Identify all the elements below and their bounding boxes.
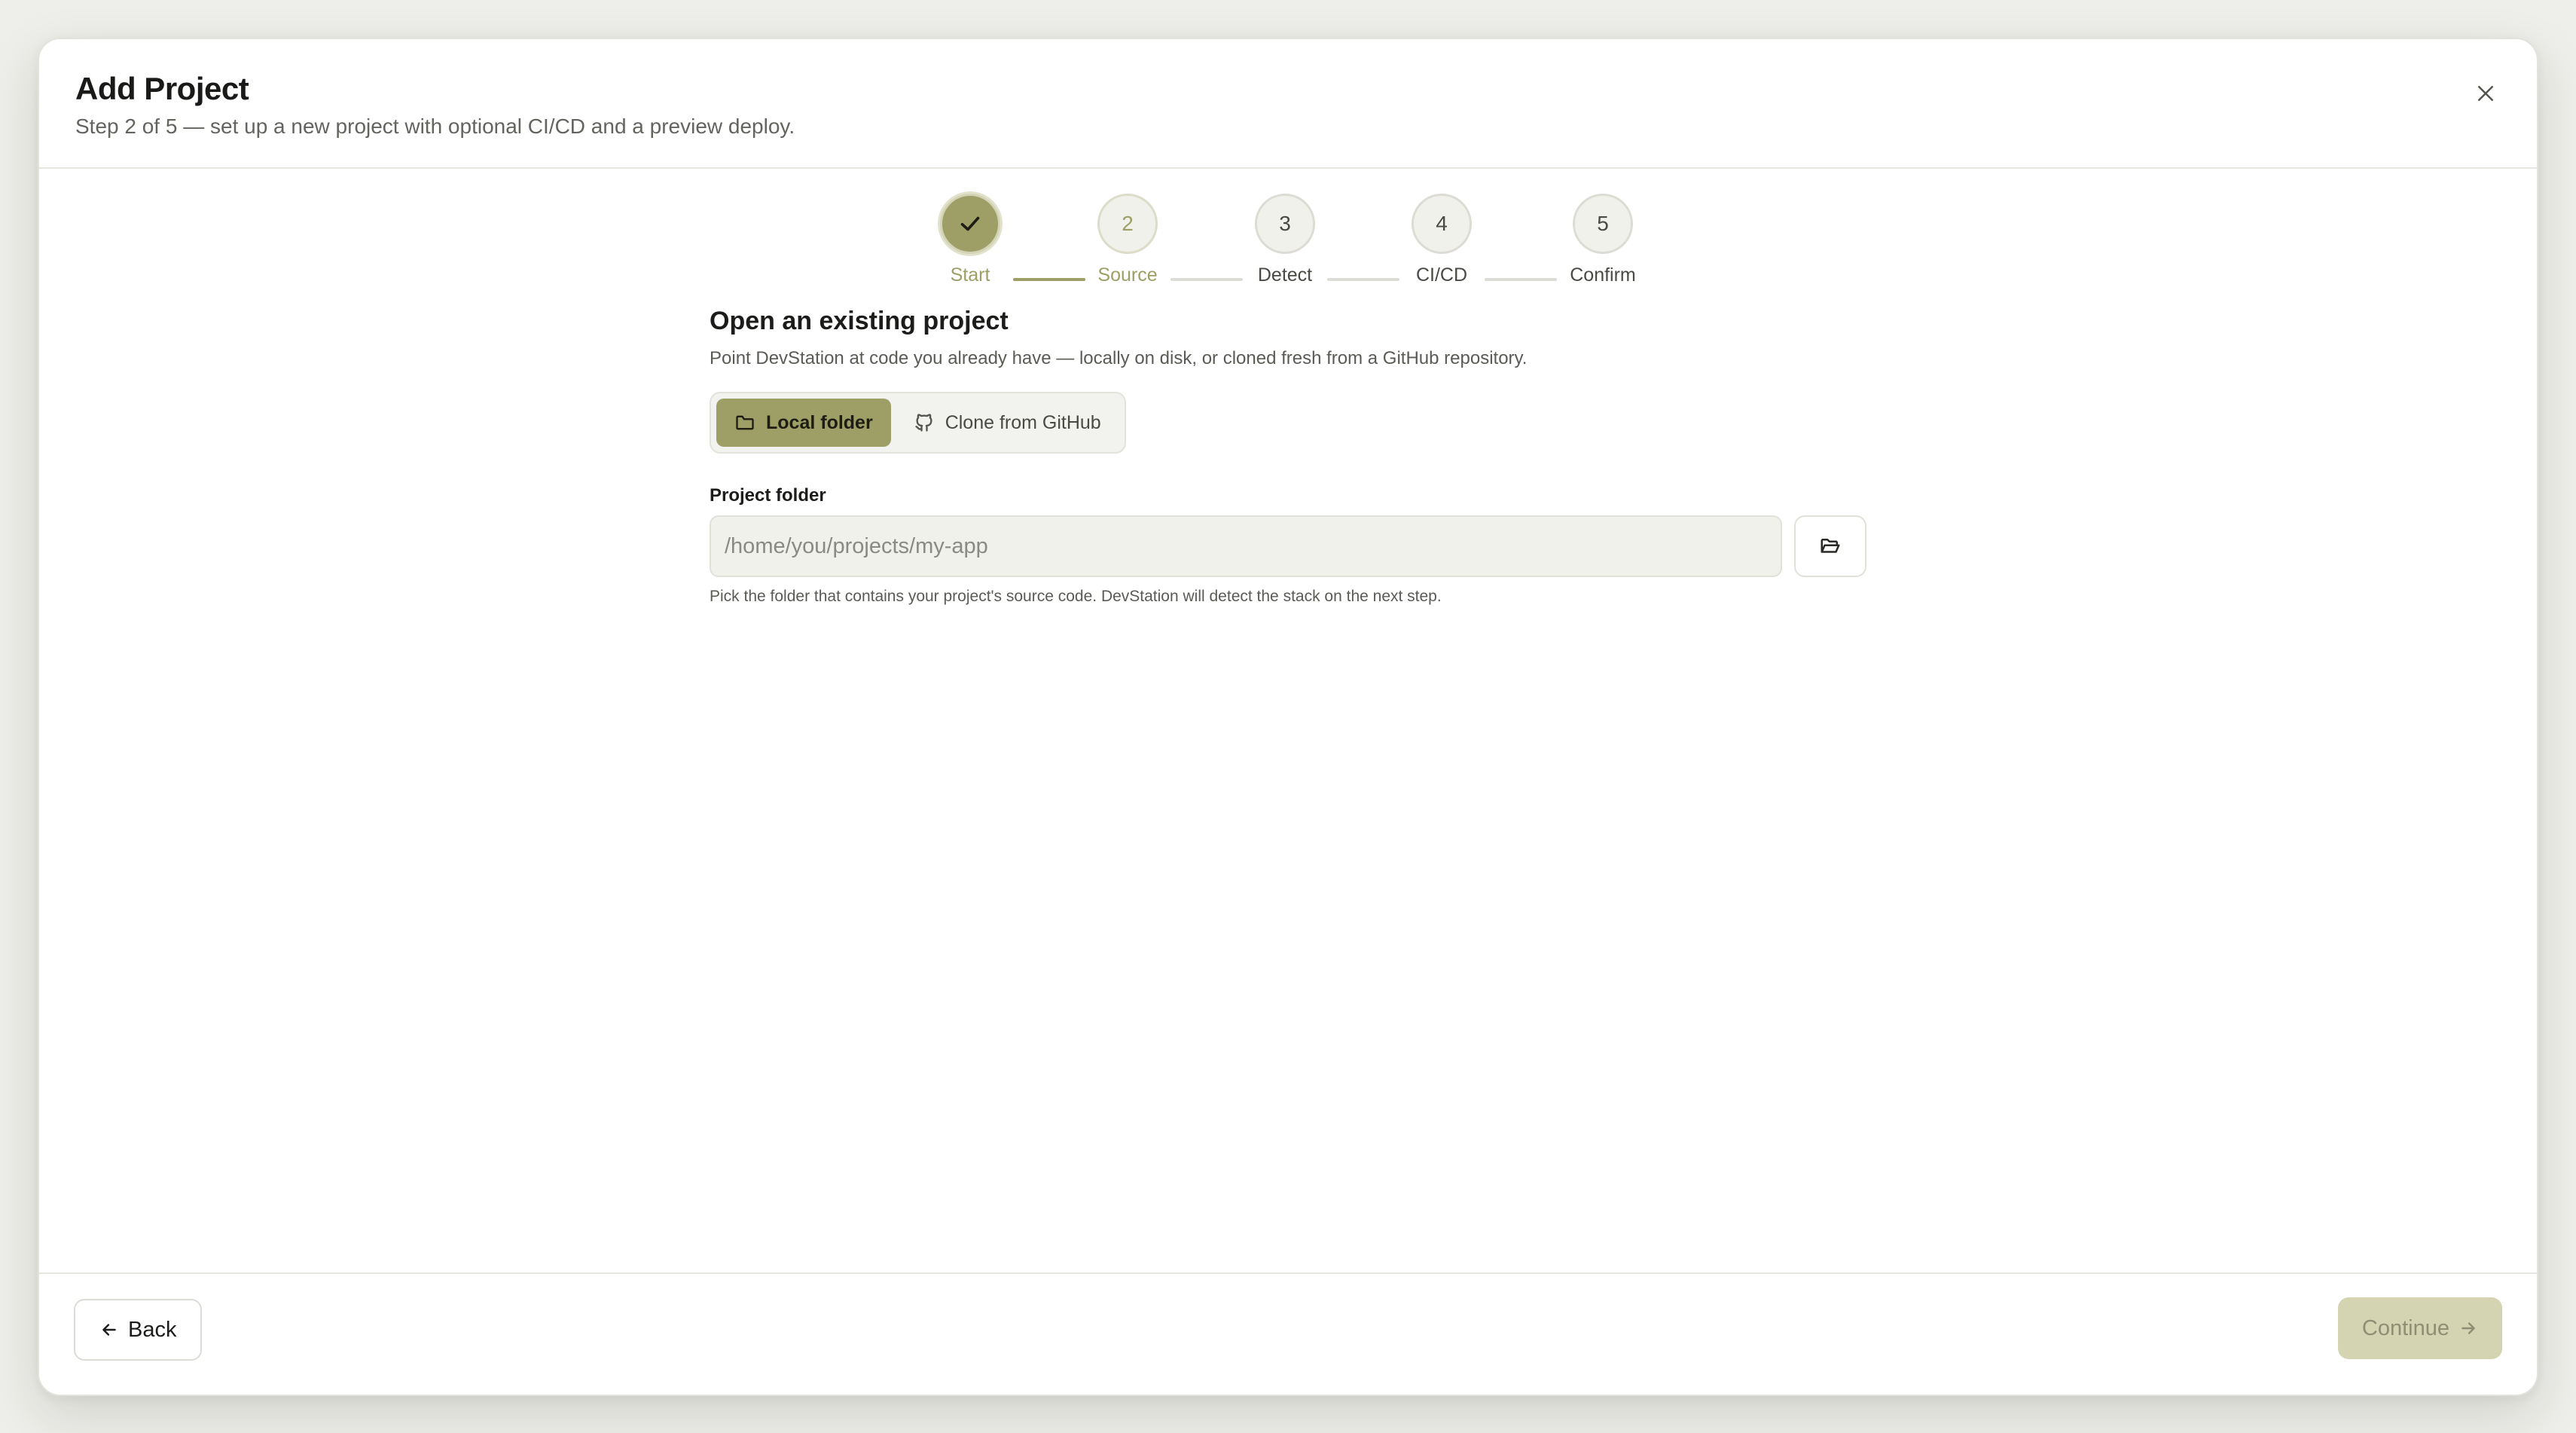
continue-button-label: Continue — [2361, 1315, 2449, 1340]
project-folder-row — [710, 515, 1869, 577]
step-confirm-label: Confirm — [1570, 264, 1636, 286]
section-title: Open an existing project — [710, 307, 1009, 335]
step-cicd-label: CI/CD — [1415, 264, 1468, 286]
github-icon — [915, 414, 932, 432]
step-start: Start — [895, 194, 1045, 286]
dialog-subtitle: Step 2 of 5 — set up a new project with … — [75, 115, 795, 138]
folder-icon — [736, 415, 754, 430]
back-button[interactable]: Back — [74, 1299, 203, 1361]
step-source-circle: 2 — [1097, 194, 1158, 254]
step-confirm-circle: 5 — [1573, 194, 1633, 254]
step-detect: 3 Detect — [1210, 194, 1360, 286]
step-start-label: Start — [950, 264, 990, 286]
dialog-header: Add Project Step 2 of 5 — set up a new p… — [39, 39, 2537, 169]
local-folder-tab-label: Local folder — [766, 411, 873, 433]
add-project-dialog: Add Project Step 2 of 5 — set up a new p… — [38, 38, 2538, 1396]
step-cicd-circle: 4 — [1412, 194, 1472, 254]
step-detect-circle: 3 — [1255, 194, 1315, 254]
project-folder-label: Project folder — [710, 485, 826, 506]
dialog-title: Add Project — [75, 71, 249, 106]
back-button-label: Back — [128, 1317, 177, 1342]
step-source: 2 Source — [1052, 194, 1203, 286]
step-source-label: Source — [1097, 264, 1158, 286]
source-step-content: Open an existing project Point DevStatio… — [710, 307, 1869, 606]
project-folder-input[interactable] — [710, 515, 1782, 577]
section-description: Point DevStation at code you already hav… — [710, 348, 1528, 368]
clone-github-tab[interactable]: Clone from GitHub — [896, 399, 1119, 447]
close-button[interactable] — [2465, 72, 2507, 115]
continue-button[interactable]: Continue — [2337, 1297, 2502, 1359]
local-folder-tab[interactable]: Local folder — [716, 399, 891, 447]
arrow-left-icon — [102, 1324, 116, 1336]
folder-open-icon — [1821, 539, 1840, 553]
arrow-right-icon — [2462, 1322, 2475, 1334]
step-start-circle — [940, 194, 1000, 254]
clone-github-tab-label: Clone from GitHub — [945, 411, 1101, 433]
project-folder-hint: Pick the folder that contains your proje… — [710, 588, 1442, 605]
step-detect-label: Detect — [1257, 264, 1313, 286]
check-icon — [960, 216, 980, 231]
step-cicd: 4 CI/CD — [1366, 194, 1517, 286]
browse-folder-button[interactable] — [1794, 515, 1866, 577]
source-type-toggle: Local folder Clone from GitHub — [710, 392, 1126, 454]
dialog-footer: Back Continue — [39, 1273, 2537, 1395]
step-confirm: 5 Confirm — [1528, 194, 1678, 286]
close-icon — [2478, 86, 2493, 101]
